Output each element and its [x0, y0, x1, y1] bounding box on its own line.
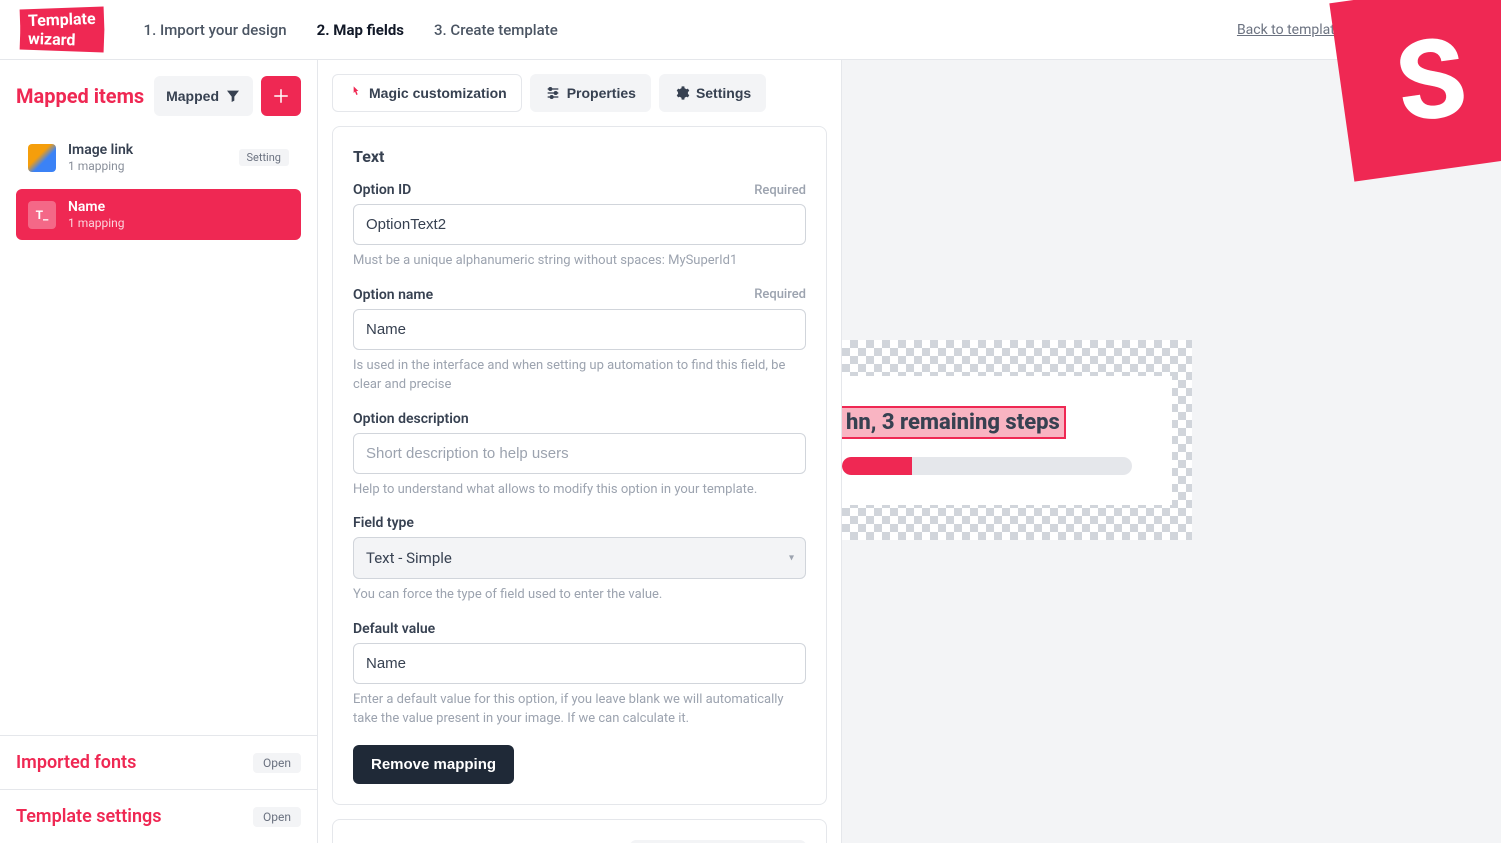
item-title: Name — [68, 199, 125, 216]
option-name-help: Is used in the interface and when settin… — [353, 356, 806, 395]
header: Template wizard 1. Import your design 2.… — [0, 0, 1501, 60]
option-id-input[interactable] — [353, 204, 806, 245]
remove-mapping-button[interactable]: Remove mapping — [353, 745, 514, 784]
item-subtitle: 1 mapping — [68, 216, 125, 230]
open-badge: Open — [253, 807, 301, 827]
step-map-fields[interactable]: 2. Map fields — [317, 21, 404, 39]
item-thumbnail-avatar — [28, 144, 56, 172]
option-name-label: Option name — [353, 287, 433, 303]
make-customizable-button[interactable]: Make customizable — [630, 840, 806, 843]
tab-magic-customization[interactable]: Magic customization — [332, 74, 522, 112]
preview-progress-fill — [842, 457, 912, 475]
tab-settings[interactable]: Settings — [659, 74, 766, 112]
step-create-template[interactable]: 3. Create template — [434, 21, 558, 39]
plus-icon — [272, 87, 290, 105]
sidebar: Mapped items Mapped Image link — [0, 60, 318, 843]
field-type-select[interactable]: Text - Simple — [353, 537, 806, 579]
field-type-label: Field type — [353, 515, 414, 531]
option-desc-label: Option description — [353, 411, 469, 427]
step-import[interactable]: 1. Import your design — [144, 21, 287, 39]
tab-label: Settings — [696, 85, 751, 101]
option-id-label: Option ID — [353, 182, 411, 198]
field-type-help: You can force the type of field used to … — [353, 585, 806, 605]
item-title: Image link — [68, 142, 133, 159]
sidebar-title: Mapped items — [16, 84, 144, 108]
wizard-steps: 1. Import your design 2. Map fields 3. C… — [144, 21, 558, 39]
logo-text-bottom: wizard — [20, 26, 104, 52]
filter-button[interactable]: Mapped — [154, 76, 253, 116]
pointer-icon — [347, 85, 363, 101]
required-label: Required — [754, 183, 806, 198]
item-subtitle: 1 mapping — [68, 159, 133, 173]
default-value-help: Enter a default value for this option, i… — [353, 690, 806, 729]
preview-content: hn, 3 remaining steps — [842, 376, 1172, 505]
default-value-label: Default value — [353, 621, 435, 637]
preview-canvas: hn, 3 remaining steps — [842, 340, 1192, 540]
tab-label: Properties — [567, 85, 636, 101]
overlay-badge: S — [1329, 0, 1501, 182]
preview-panel: hn, 3 remaining steps — [842, 60, 1501, 843]
sidebar-item-image-link[interactable]: Image link 1 mapping Setting — [16, 132, 301, 183]
required-label: Required — [754, 287, 806, 302]
open-badge: Open — [253, 753, 301, 773]
tab-label: Magic customization — [369, 85, 507, 101]
option-desc-input[interactable] — [353, 433, 806, 474]
text-settings-card: Text Option ID Required Must be a unique… — [332, 126, 827, 805]
option-id-help: Must be a unique alphanumeric string wit… — [353, 251, 806, 271]
overlay-letter: S — [1388, 11, 1474, 148]
filter-label: Mapped — [166, 88, 219, 104]
imported-fonts-row[interactable]: Imported fonts Open — [0, 736, 317, 790]
footer-title: Template settings — [16, 806, 162, 827]
logo[interactable]: Template wizard — [20, 8, 104, 50]
tab-properties[interactable]: Properties — [530, 74, 651, 112]
gear-icon — [674, 85, 690, 101]
option-desc-help: Help to understand what allows to modify… — [353, 480, 806, 500]
filter-icon — [225, 88, 241, 104]
center-panel: Magic customization Properties Settings … — [318, 60, 842, 843]
sidebar-item-name[interactable]: T_ Name 1 mapping — [16, 189, 301, 240]
card-title: Text — [353, 147, 806, 166]
color-settings-card: Color Make customizable — [332, 819, 827, 843]
default-value-input[interactable] — [353, 643, 806, 684]
footer-title: Imported fonts — [16, 752, 136, 773]
item-badge: Setting — [239, 149, 290, 166]
template-settings-row[interactable]: Template settings Open — [0, 790, 317, 843]
option-name-input[interactable] — [353, 309, 806, 350]
add-item-button[interactable] — [261, 76, 301, 116]
preview-progress-bar — [842, 457, 1132, 475]
preview-highlighted-text: hn, 3 remaining steps — [842, 406, 1066, 439]
item-thumbnail-text: T_ — [28, 201, 56, 229]
sliders-icon — [545, 85, 561, 101]
